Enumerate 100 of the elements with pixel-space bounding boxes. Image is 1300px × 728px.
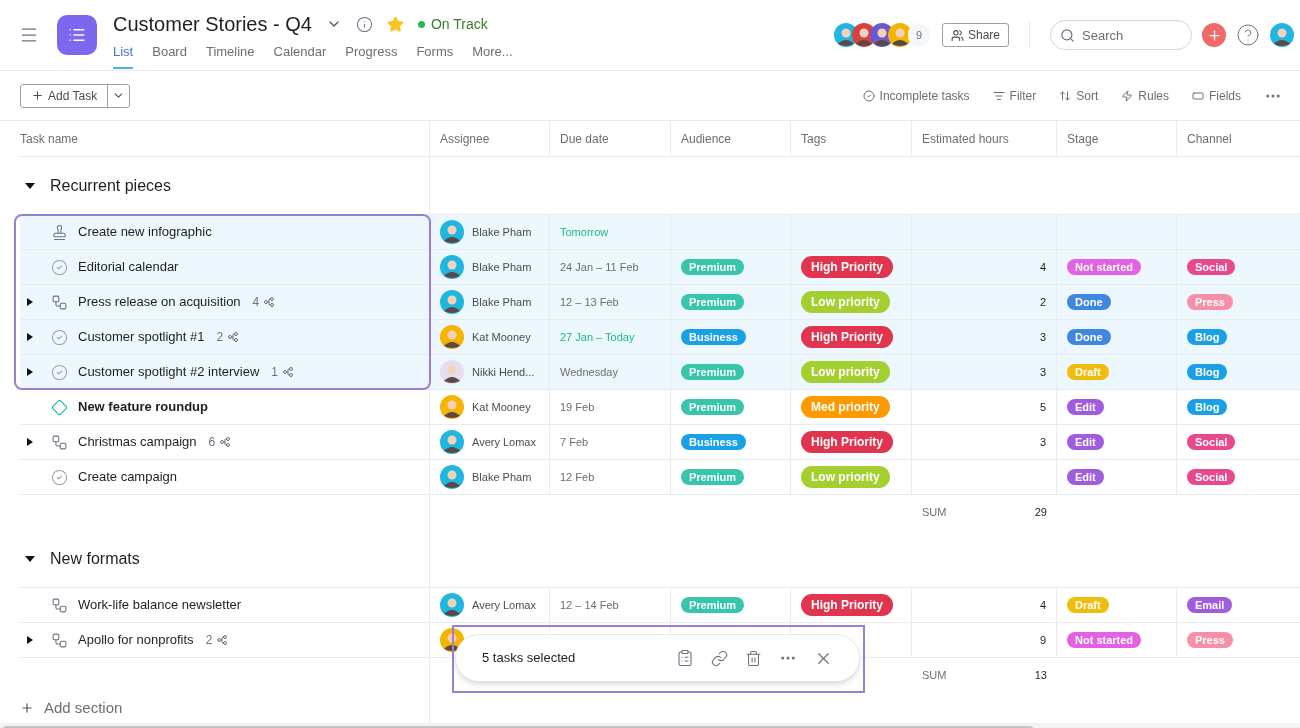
- task-row[interactable]: Work-life balance newsletter Avery Lomax 12 – 14 Feb Premium High Priority 4 Draft Email: [20, 588, 1300, 623]
- tag-pill: Press: [1187, 632, 1233, 648]
- due-date: 27 Jan – Today: [560, 329, 635, 345]
- tag-pill: Social: [1187, 469, 1236, 485]
- diamond-icon[interactable]: [50, 398, 68, 416]
- info-icon[interactable]: [355, 15, 373, 33]
- caret-right-icon[interactable]: [26, 298, 34, 306]
- toolbar-button[interactable]: Incomplete tasks: [862, 86, 970, 105]
- toolbar-button[interactable]: Rules: [1121, 86, 1169, 105]
- view-tab[interactable]: Calendar: [273, 42, 327, 69]
- assignee-name: Blake Pham: [472, 224, 532, 240]
- task-row[interactable]: Christmas campaign 6 Avery Lomax 7 Feb Business High Priority 3 Edit Social: [20, 425, 1300, 460]
- hours-value: 3: [1039, 434, 1046, 450]
- column-header[interactable]: Due date: [560, 129, 609, 148]
- tag-pill: Premium: [681, 364, 745, 380]
- task-name[interactable]: Editorial calendar: [78, 257, 179, 277]
- share-button[interactable]: Share: [941, 23, 1009, 47]
- caret-right-icon[interactable]: [26, 333, 34, 341]
- fields-icon: [1192, 89, 1204, 102]
- priority-pill: Low priority: [801, 361, 890, 383]
- add-task-button[interactable]: Add Task: [20, 83, 131, 108]
- tag-pill: Business: [681, 329, 746, 345]
- tag-pill: Draft: [1067, 597, 1109, 613]
- task-row[interactable]: Customer spotlight #2 interview 1 Nikki Hend... Wednesday Premium Low priority 3 Draft Blog: [20, 355, 1300, 390]
- task-name[interactable]: Create new infographic: [78, 222, 212, 242]
- sum-value: 29: [1034, 505, 1047, 521]
- task-row[interactable]: New feature roundup Kat Mooney 19 Feb Premium Med priority 5 Edit Blog: [20, 390, 1300, 425]
- subtask-count: 4: [252, 294, 260, 311]
- caret-right-icon[interactable]: [26, 368, 34, 376]
- subtask-icon: [282, 366, 295, 378]
- caret-right-icon[interactable]: [26, 636, 34, 644]
- link-icon[interactable]: [711, 649, 728, 667]
- task-row[interactable]: Editorial calendar Blake Pham 24 Jan – 11 Feb Premium High Priority 4 Not started Social: [20, 250, 1300, 285]
- plus-icon[interactable]: [20, 701, 34, 715]
- toolbar-button[interactable]: Sort: [1059, 86, 1099, 105]
- subtask-icon: [216, 634, 229, 646]
- view-tab[interactable]: More...: [472, 42, 513, 69]
- star-icon[interactable]: [386, 15, 404, 33]
- caret-down-icon[interactable]: [25, 554, 35, 563]
- clipboard-icon[interactable]: [676, 649, 694, 667]
- due-date: Wednesday: [560, 364, 618, 380]
- task-name[interactable]: Customer spotlight #1: [78, 327, 205, 347]
- member-count[interactable]: 9: [907, 23, 930, 47]
- add-button[interactable]: [1202, 23, 1226, 47]
- column-header[interactable]: Estimated hours: [922, 129, 1009, 148]
- priority-pill: Med priority: [801, 396, 890, 418]
- column-header[interactable]: Task name: [20, 129, 79, 148]
- toolbar-button[interactable]: Fields: [1192, 86, 1241, 105]
- task-name[interactable]: Apollo for nonprofits: [78, 630, 194, 650]
- task-name[interactable]: Christmas campaign: [78, 432, 197, 452]
- view-tab[interactable]: Progress: [345, 42, 398, 69]
- subtask-count: 2: [205, 632, 213, 649]
- workflow-icon[interactable]: [50, 293, 68, 311]
- check-circle-icon[interactable]: [50, 468, 68, 486]
- workflow-icon[interactable]: [50, 596, 68, 614]
- check-circle-icon[interactable]: [50, 363, 68, 381]
- task-name[interactable]: Press release on acquisition: [78, 292, 241, 312]
- task-name[interactable]: Create campaign: [78, 467, 177, 487]
- task-name[interactable]: Customer spotlight #2 interview: [78, 362, 260, 382]
- workflow-icon[interactable]: [50, 433, 68, 451]
- check-circle-icon[interactable]: [50, 328, 68, 346]
- task-row[interactable]: Create new infographic Blake Pham Tomorrow: [20, 215, 1300, 250]
- help-icon[interactable]: [1236, 23, 1260, 47]
- task-row[interactable]: Press release on acquisition 4 Blake Pham 12 – 13 Feb Premium Low priority 2 Done Press: [20, 285, 1300, 320]
- column-header[interactable]: Channel: [1187, 129, 1232, 148]
- column-header[interactable]: Audience: [681, 129, 732, 148]
- workflow-icon[interactable]: [50, 631, 68, 649]
- view-tab[interactable]: Timeline: [205, 42, 255, 69]
- stamp-icon[interactable]: [50, 223, 68, 241]
- toolbar-button[interactable]: Filter: [992, 86, 1037, 105]
- trash-icon[interactable]: [745, 649, 762, 667]
- view-tab[interactable]: Board: [152, 42, 187, 69]
- task-name[interactable]: Work-life balance newsletter: [78, 595, 242, 615]
- view-tab[interactable]: List: [113, 42, 134, 69]
- add-section-link[interactable]: Add section: [44, 696, 123, 720]
- assignee-name: Kat Mooney: [472, 399, 531, 415]
- project-icon[interactable]: [57, 15, 97, 55]
- task-name[interactable]: New feature roundup: [78, 397, 208, 417]
- priority-pill: Low priority: [801, 291, 890, 313]
- caret-right-icon[interactable]: [26, 438, 34, 446]
- check-circle-icon[interactable]: [50, 258, 68, 276]
- incomplete-icon: [862, 89, 875, 102]
- section-title[interactable]: Recurrent pieces: [50, 173, 171, 198]
- tag-pill: Social: [1187, 434, 1236, 450]
- section-title[interactable]: New formats: [50, 546, 140, 571]
- view-tab[interactable]: Forms: [416, 42, 454, 69]
- status-label[interactable]: On Track: [430, 13, 488, 35]
- tag-pill: Not started: [1067, 259, 1142, 275]
- task-row[interactable]: Customer spotlight #1 2 Kat Mooney 27 Jan – Today Business High Priority 3 Done Blog: [20, 320, 1300, 355]
- assignee-name: Avery Lomax: [472, 434, 536, 450]
- task-row[interactable]: Create campaign Blake Pham 12 Feb Premium Low priority Edit Social: [20, 460, 1300, 495]
- search-field[interactable]: Search: [1050, 20, 1192, 50]
- column-header[interactable]: Assignee: [440, 129, 490, 148]
- filter-icon: [992, 89, 1005, 102]
- tag-pill: Edit: [1067, 469, 1104, 485]
- column-header[interactable]: Tags: [801, 129, 827, 148]
- project-title: Customer Stories - Q4: [113, 12, 312, 38]
- due-date: 12 Feb: [560, 469, 595, 485]
- column-header[interactable]: Stage: [1067, 129, 1099, 148]
- caret-down-icon[interactable]: [25, 181, 35, 190]
